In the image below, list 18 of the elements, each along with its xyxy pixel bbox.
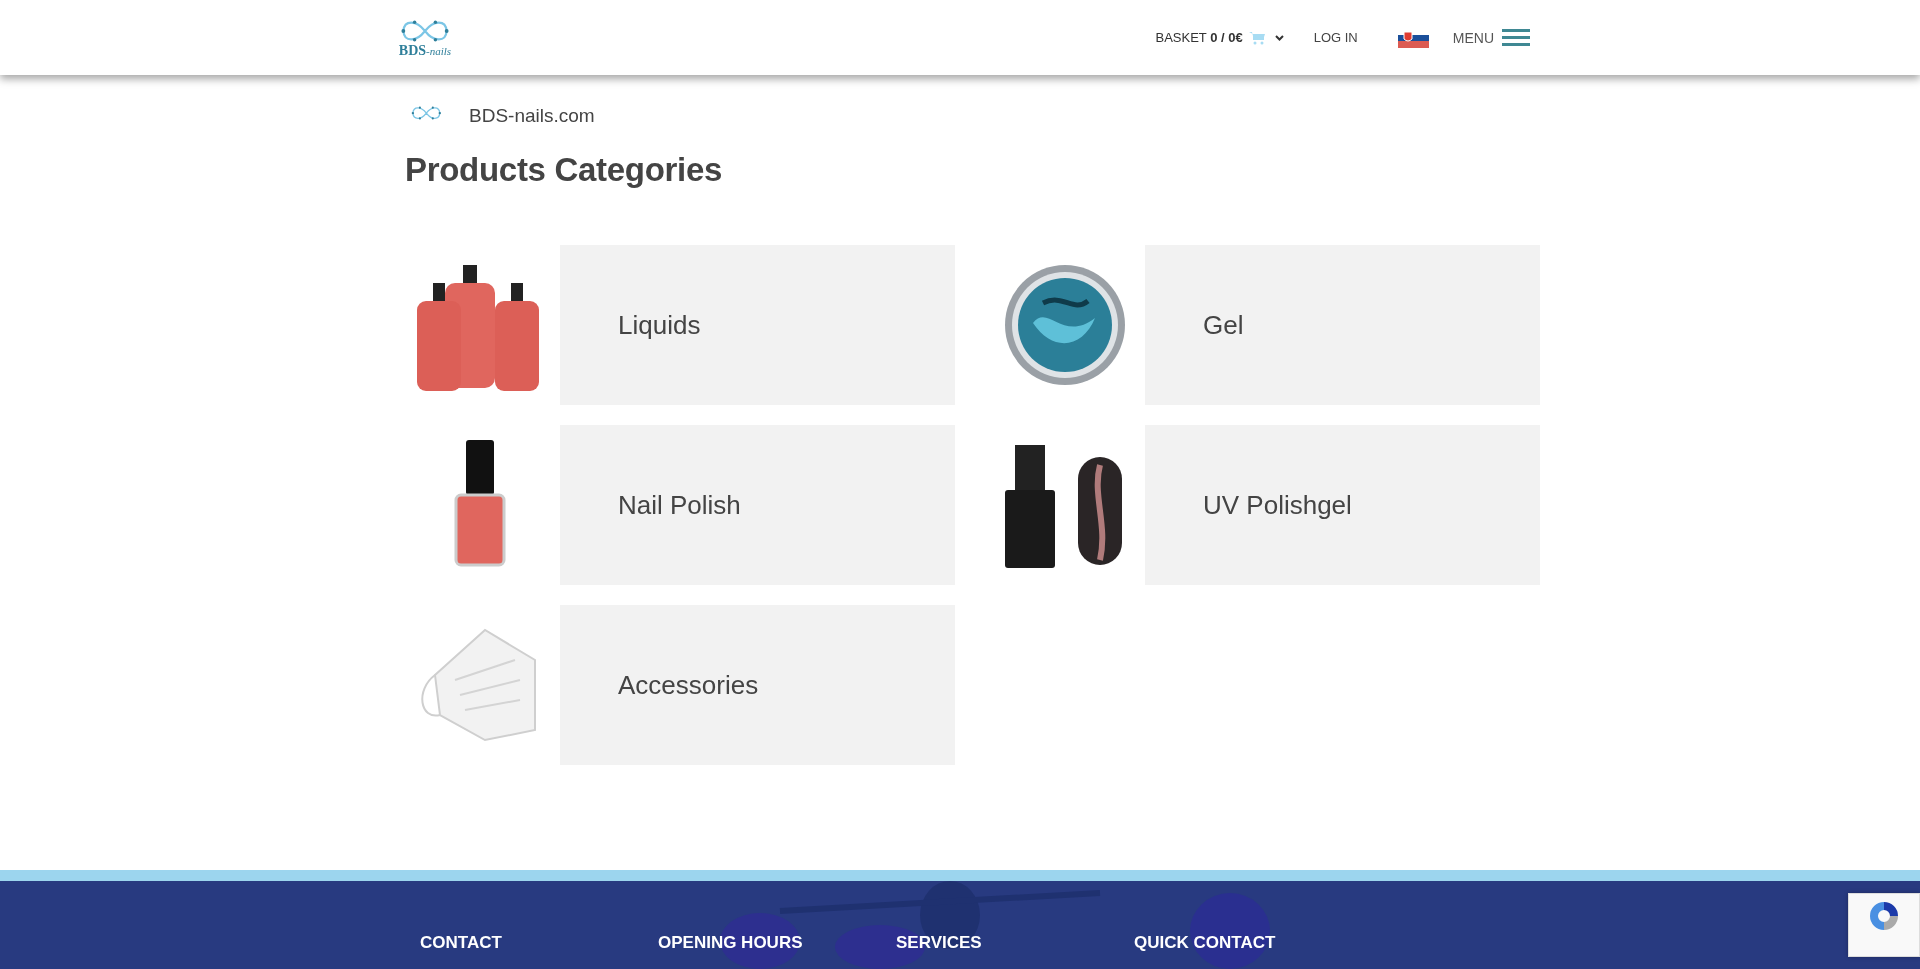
category-link[interactable]: Accessories xyxy=(560,605,955,765)
category-link[interactable]: Gel xyxy=(1145,245,1540,405)
category-link[interactable]: Liquids xyxy=(560,245,955,405)
footer-heading: SERVICES xyxy=(896,933,983,953)
footer-heading: OPENING HOURS xyxy=(658,933,804,953)
login-link[interactable]: LOG IN xyxy=(1313,30,1358,45)
category-link[interactable]: Nail Polish xyxy=(560,425,955,585)
category-link[interactable]: UV Polishgel xyxy=(1145,425,1540,585)
footer-heading: CONTACT xyxy=(420,933,503,953)
page-title: Products Categories xyxy=(405,151,724,189)
basket-link[interactable]: BASKET 0 / 0€ xyxy=(1155,30,1243,45)
chevron-down-icon[interactable] xyxy=(1274,34,1284,41)
breadcrumb-link[interactable]: BDS-nails.com xyxy=(469,105,595,127)
menu-label[interactable]: MENU xyxy=(1452,29,1494,46)
recaptcha-badge[interactable] xyxy=(1848,893,1920,957)
footer-heading: QUICK CONTACT xyxy=(1134,933,1277,953)
menu-icon[interactable] xyxy=(1502,29,1530,46)
site-logo[interactable]: BDS-nails xyxy=(390,17,460,58)
